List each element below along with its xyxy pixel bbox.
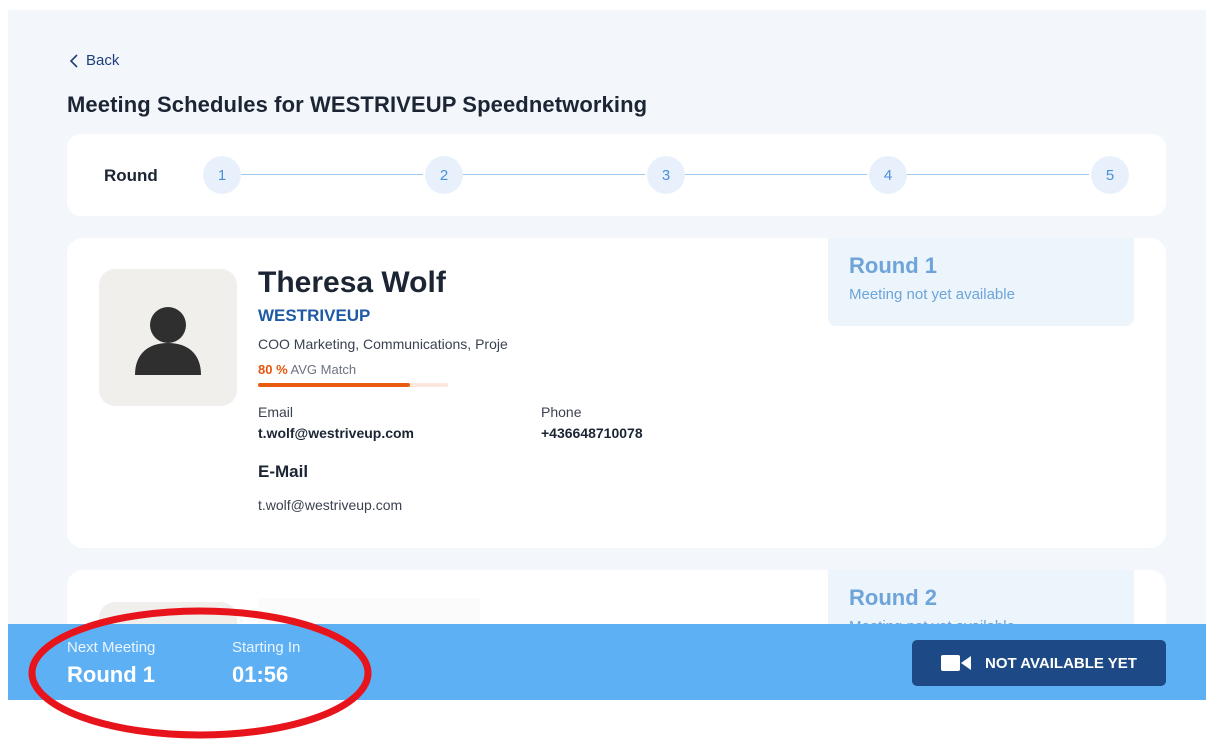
participant-company: WESTRIVEUP <box>258 306 371 325</box>
participant-role: COO Marketing, Communications, Proje <box>258 336 508 352</box>
round-step-4[interactable]: 4 <box>869 156 907 194</box>
round-stepper: Round 1 2 3 4 5 <box>67 134 1166 216</box>
user-icon <box>135 307 201 375</box>
participant-name: Theresa Wolf <box>258 266 446 299</box>
stepper-connector <box>683 174 867 175</box>
join-meeting-button[interactable]: NOT AVAILABLE YET <box>912 640 1166 686</box>
meeting-card: Theresa Wolf WESTRIVEUP COO Marketing, C… <box>67 238 1166 548</box>
next-meeting-bar: Next Meeting Round 1 Starting In 01:56 N… <box>8 624 1206 700</box>
email-label: Email <box>258 404 294 420</box>
join-button-label: NOT AVAILABLE YET <box>985 654 1137 672</box>
phone-label: Phone <box>541 404 582 420</box>
app-window: Back Meeting Schedules for WESTRIVEUP Sp… <box>8 10 1206 700</box>
email-section-value: t.wolf@westriveup.com <box>258 497 403 513</box>
countdown-timer: 01:56 <box>232 662 289 687</box>
round-step-1[interactable]: 1 <box>203 156 241 194</box>
next-meeting-label: Next Meeting <box>67 639 156 656</box>
email-value: t.wolf@westriveup.com <box>258 425 415 441</box>
chevron-left-icon <box>69 53 78 68</box>
match-label: AVG Match <box>290 362 357 377</box>
round-status-title: Round 2 <box>849 585 937 610</box>
stepper-connector <box>239 174 423 175</box>
back-link[interactable]: Back <box>68 52 119 69</box>
round-status-text: Meeting not yet available <box>849 286 1015 303</box>
round-step-5[interactable]: 5 <box>1091 156 1129 194</box>
phone-value: +436648710078 <box>541 425 643 441</box>
stepper-connector <box>905 174 1089 175</box>
round-step-3[interactable]: 3 <box>647 156 685 194</box>
match-progress-fill <box>258 383 410 387</box>
match-score: 80 % AVG Match <box>258 362 356 377</box>
avatar <box>99 269 237 406</box>
starting-in-label: Starting In <box>232 639 301 656</box>
round-stepper-label: Round <box>104 166 158 185</box>
round-status-box: Round 1 Meeting not yet available <box>828 238 1134 326</box>
back-label: Back <box>86 52 120 69</box>
next-meeting-value: Round 1 <box>67 662 155 687</box>
email-section-heading: E-Mail <box>258 462 309 481</box>
round-step-2[interactable]: 2 <box>425 156 463 194</box>
match-progress-bar <box>258 383 448 387</box>
round-status-title: Round 1 <box>849 253 937 278</box>
video-camera-icon <box>941 655 972 671</box>
match-percent: 80 % <box>258 362 288 377</box>
stepper-connector <box>461 174 645 175</box>
page-title: Meeting Schedules for WESTRIVEUP Speedne… <box>67 92 648 117</box>
